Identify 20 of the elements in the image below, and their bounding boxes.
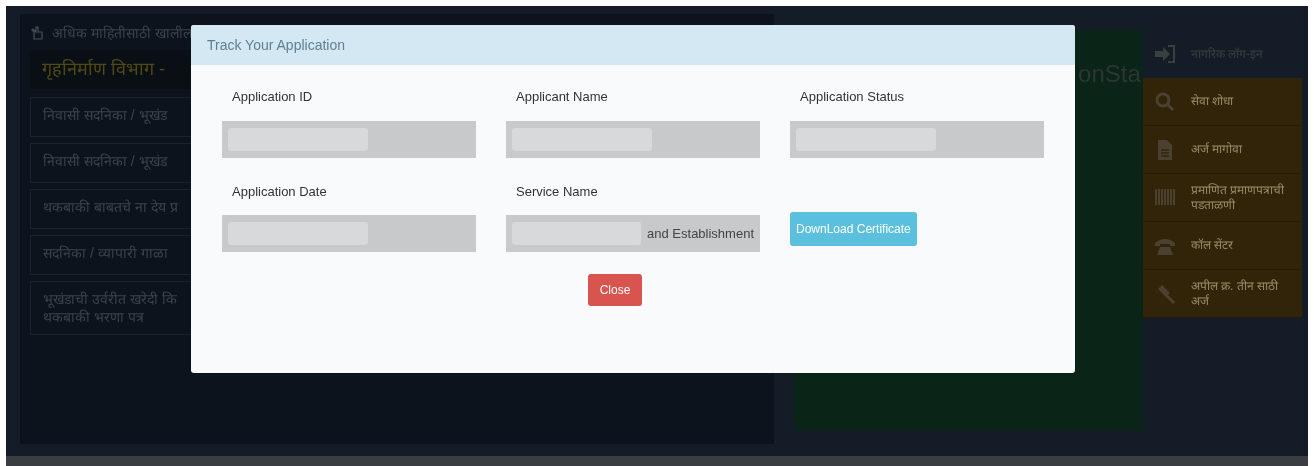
field-value: and Establishment (647, 224, 754, 243)
menu-item[interactable]: सेवा शोधा (1142, 78, 1302, 126)
menu-item[interactable]: अपील क्र. तीन साठी अर्ज (1142, 270, 1302, 318)
input-field[interactable] (222, 215, 476, 252)
close-button[interactable]: Close (587, 274, 643, 306)
input-field[interactable] (790, 120, 1044, 158)
menu-item[interactable]: अर्ज मागोवा (1142, 126, 1302, 174)
field-label: Application ID (232, 88, 314, 106)
field-label: Application Date (232, 182, 328, 201)
field-label: Application Status (800, 88, 906, 106)
menu-item[interactable]: कॉल सेंटर (1142, 222, 1302, 270)
sign-in-icon (1152, 44, 1177, 64)
field-label: Applicant Name (516, 88, 609, 106)
input-field[interactable] (506, 120, 760, 158)
input-field[interactable]: and Establishment (506, 215, 760, 252)
field-label: Service Name (516, 182, 599, 201)
modal-title: Track Your Application (191, 25, 1075, 65)
menu-item[interactable]: प्रमाणित प्रमाणपत्राची पडताळणी (1142, 174, 1302, 222)
hand-pointer-icon (30, 26, 44, 40)
input-field[interactable] (222, 120, 476, 158)
